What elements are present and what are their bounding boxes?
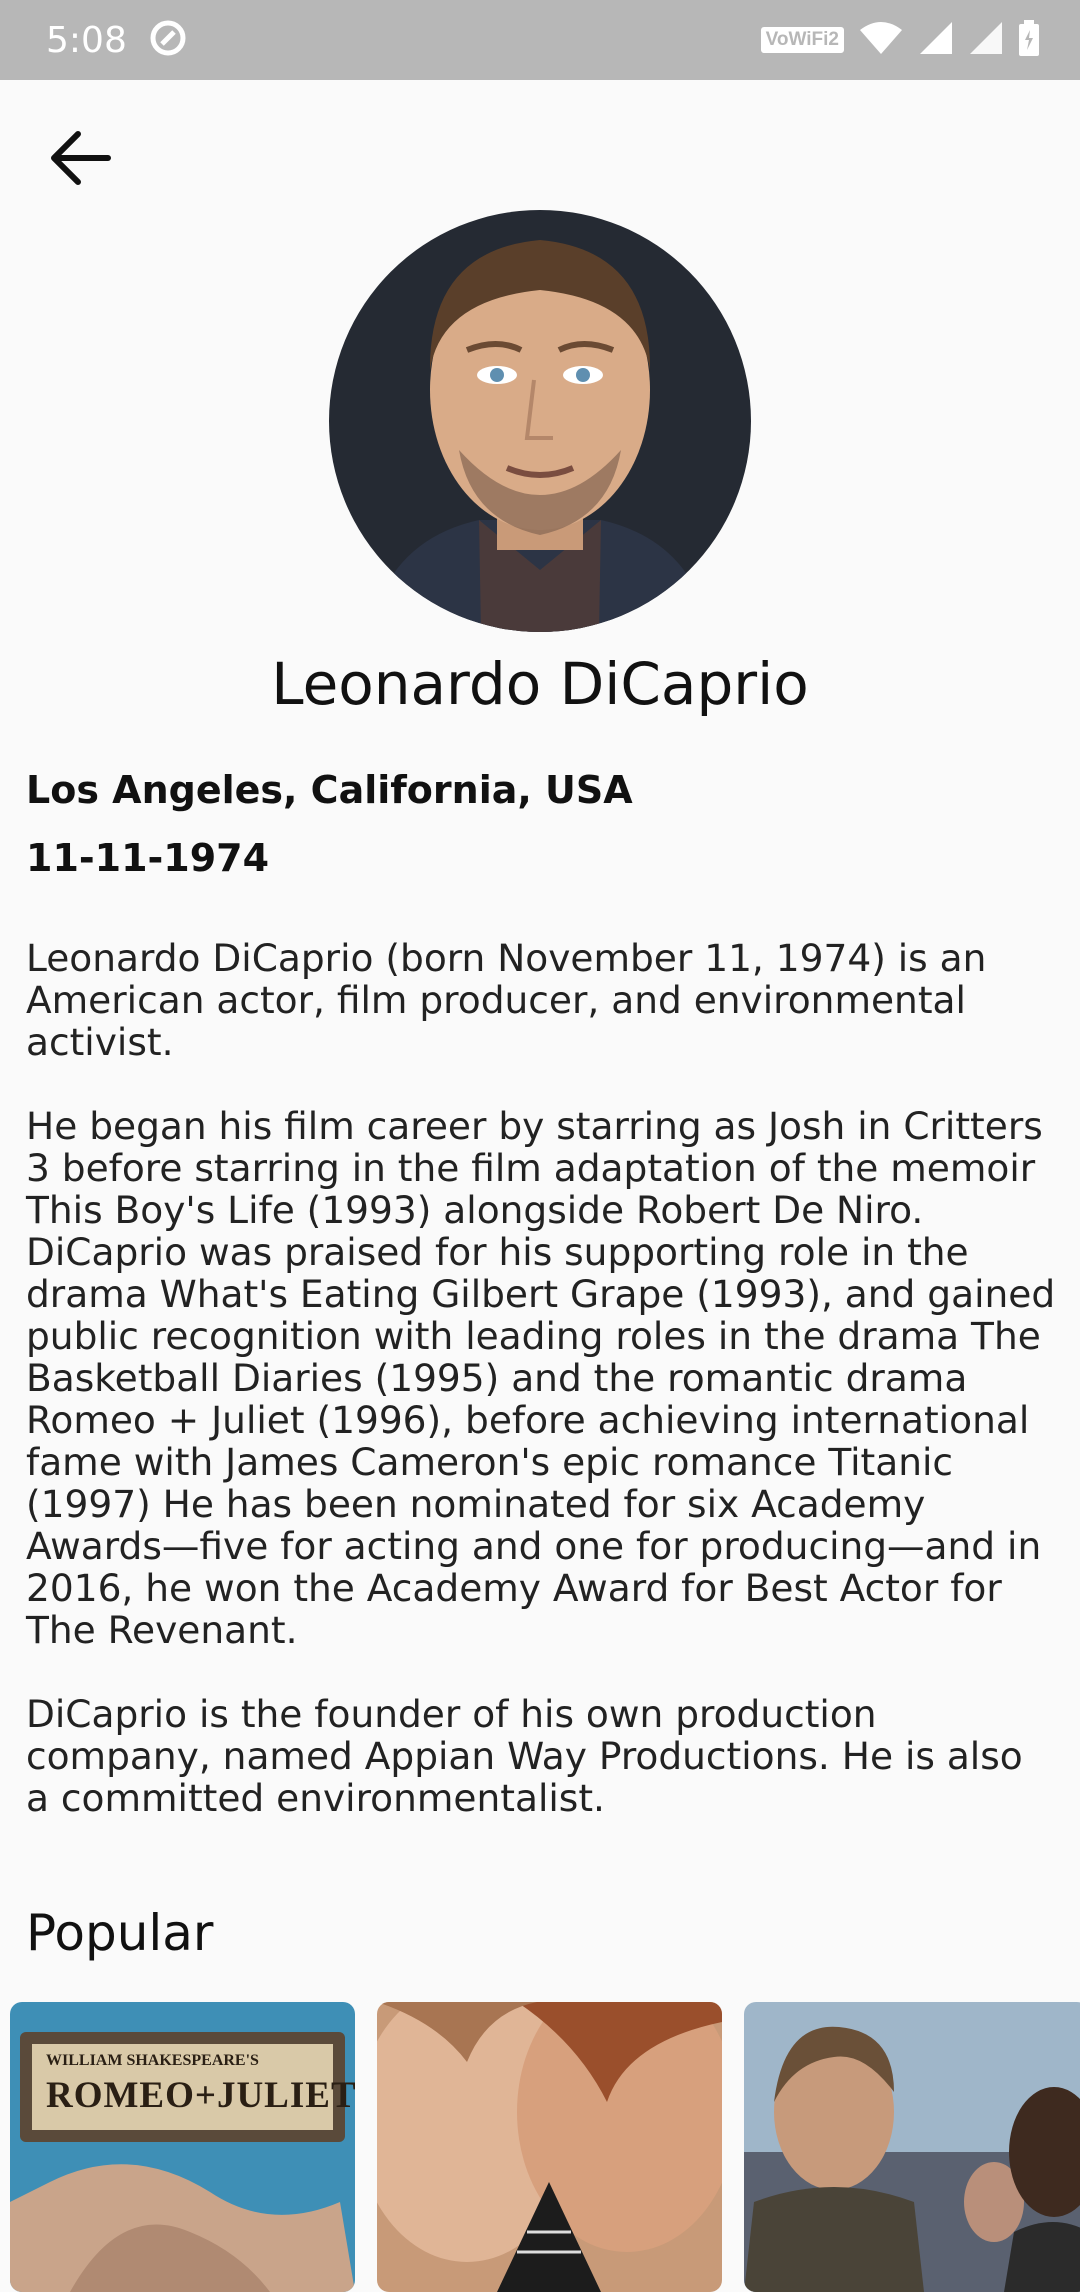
battery-icon (1018, 20, 1040, 60)
poster-title: ROMEO+JULIET (46, 2075, 355, 2116)
birthday: 11-11-1974 (26, 836, 270, 880)
bio-paragraph: Leonardo DiCaprio (born November 11, 197… (26, 936, 987, 1064)
status-bar: 5:08 VoWiFi2 (0, 0, 1080, 80)
vowifi-badge: VoWiFi2 (760, 27, 844, 53)
poster-subtitle: WILLIAM SHAKESPEARE'S (46, 2052, 259, 2069)
avatar (329, 210, 751, 632)
poster-blood-diamond[interactable] (744, 2002, 1080, 2292)
biography: Leonardo DiCaprio (born November 11, 197… (26, 937, 1056, 1861)
wifi-icon (858, 20, 904, 60)
data-saver-icon (149, 19, 187, 61)
status-time: 5:08 (46, 19, 127, 61)
popular-title: Popular (26, 1904, 214, 1962)
arrow-left-icon (44, 122, 116, 198)
place-of-birth: Los Angeles, California, USA (26, 768, 633, 812)
poster-romeo-juliet[interactable]: WILLIAM SHAKESPEARE'S ROMEO+JULIET (10, 2002, 355, 2292)
status-right: VoWiFi2 (760, 20, 1040, 60)
bio-paragraph: DiCaprio is the founder of his own produ… (26, 1692, 1023, 1820)
signal-icon (918, 20, 954, 60)
signal-icon-2 (968, 20, 1004, 60)
back-button[interactable] (30, 110, 130, 210)
status-left: 5:08 (46, 19, 187, 61)
person-name: Leonardo DiCaprio (271, 650, 809, 718)
bio-paragraph: He began his film career by starring as … (26, 1104, 1056, 1652)
poster-titanic[interactable] (377, 2002, 722, 2292)
